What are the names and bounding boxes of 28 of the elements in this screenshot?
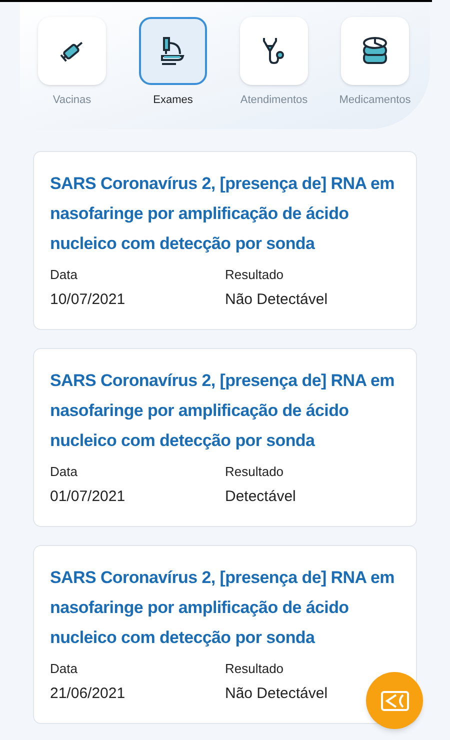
exam-card[interactable]: SARS Coronavírus 2, [presença de] RNA em nasofaringe por amplificação de ácido nucleico com detecção por sonda Data 10/07/2021 Resultado Não Detectável	[33, 150, 417, 330]
card-icon	[380, 690, 408, 710]
tab-label: Atendimentos	[240, 93, 308, 108]
exam-title: SARS Coronavírus 2, [presença de] RNA em nasofaringe por amplificação de ácido nucleico com detecção por sonda	[50, 566, 396, 648]
category-tab[interactable]	[240, 17, 308, 85]
field-label: Resultado	[225, 660, 284, 678]
field-value: Detectável	[225, 487, 296, 507]
field-label: Data	[50, 660, 78, 678]
pills-icon	[360, 35, 390, 67]
field-value: 21/06/2021	[50, 684, 126, 704]
field-value: 10/07/2021	[50, 290, 126, 310]
field-label: Resultado	[225, 462, 284, 480]
category-tab[interactable]	[38, 17, 106, 85]
exam-card[interactable]: SARS Coronavírus 2, [presença de] RNA em nasofaringe por amplificação de ácido nucleico com detecção por sonda Data 21/06/2021 Resultado Não Detectável	[33, 544, 417, 724]
field-label: Data	[50, 266, 78, 284]
field-value: Não Detectável	[225, 684, 328, 704]
category-tab[interactable]	[139, 17, 207, 85]
field-value: 01/07/2021	[50, 487, 126, 507]
exam-card[interactable]: SARS Coronavírus 2, [presença de] RNA em nasofaringe por amplificação de ácido nucleico com detecção por sonda Data 01/07/2021 Resultado Detectável	[33, 348, 417, 526]
tab-label: Medicamentos	[339, 93, 411, 108]
exam-title: SARS Coronavírus 2, [presença de] RNA em nasofaringe por amplificação de ácido nucleico com detecção por sonda	[50, 370, 396, 452]
field-label: Resultado	[225, 266, 284, 284]
exam-title: SARS Coronavírus 2, [presença de] RNA em nasofaringe por amplificação de ácido nucleico com detecção por sonda	[50, 172, 396, 254]
tab-label: Exames	[153, 93, 193, 108]
tab-label: Vacinas	[52, 93, 92, 108]
field-label: Data	[50, 462, 78, 480]
category-tab[interactable]	[341, 17, 409, 85]
field-value: Não Detectável	[225, 290, 328, 310]
